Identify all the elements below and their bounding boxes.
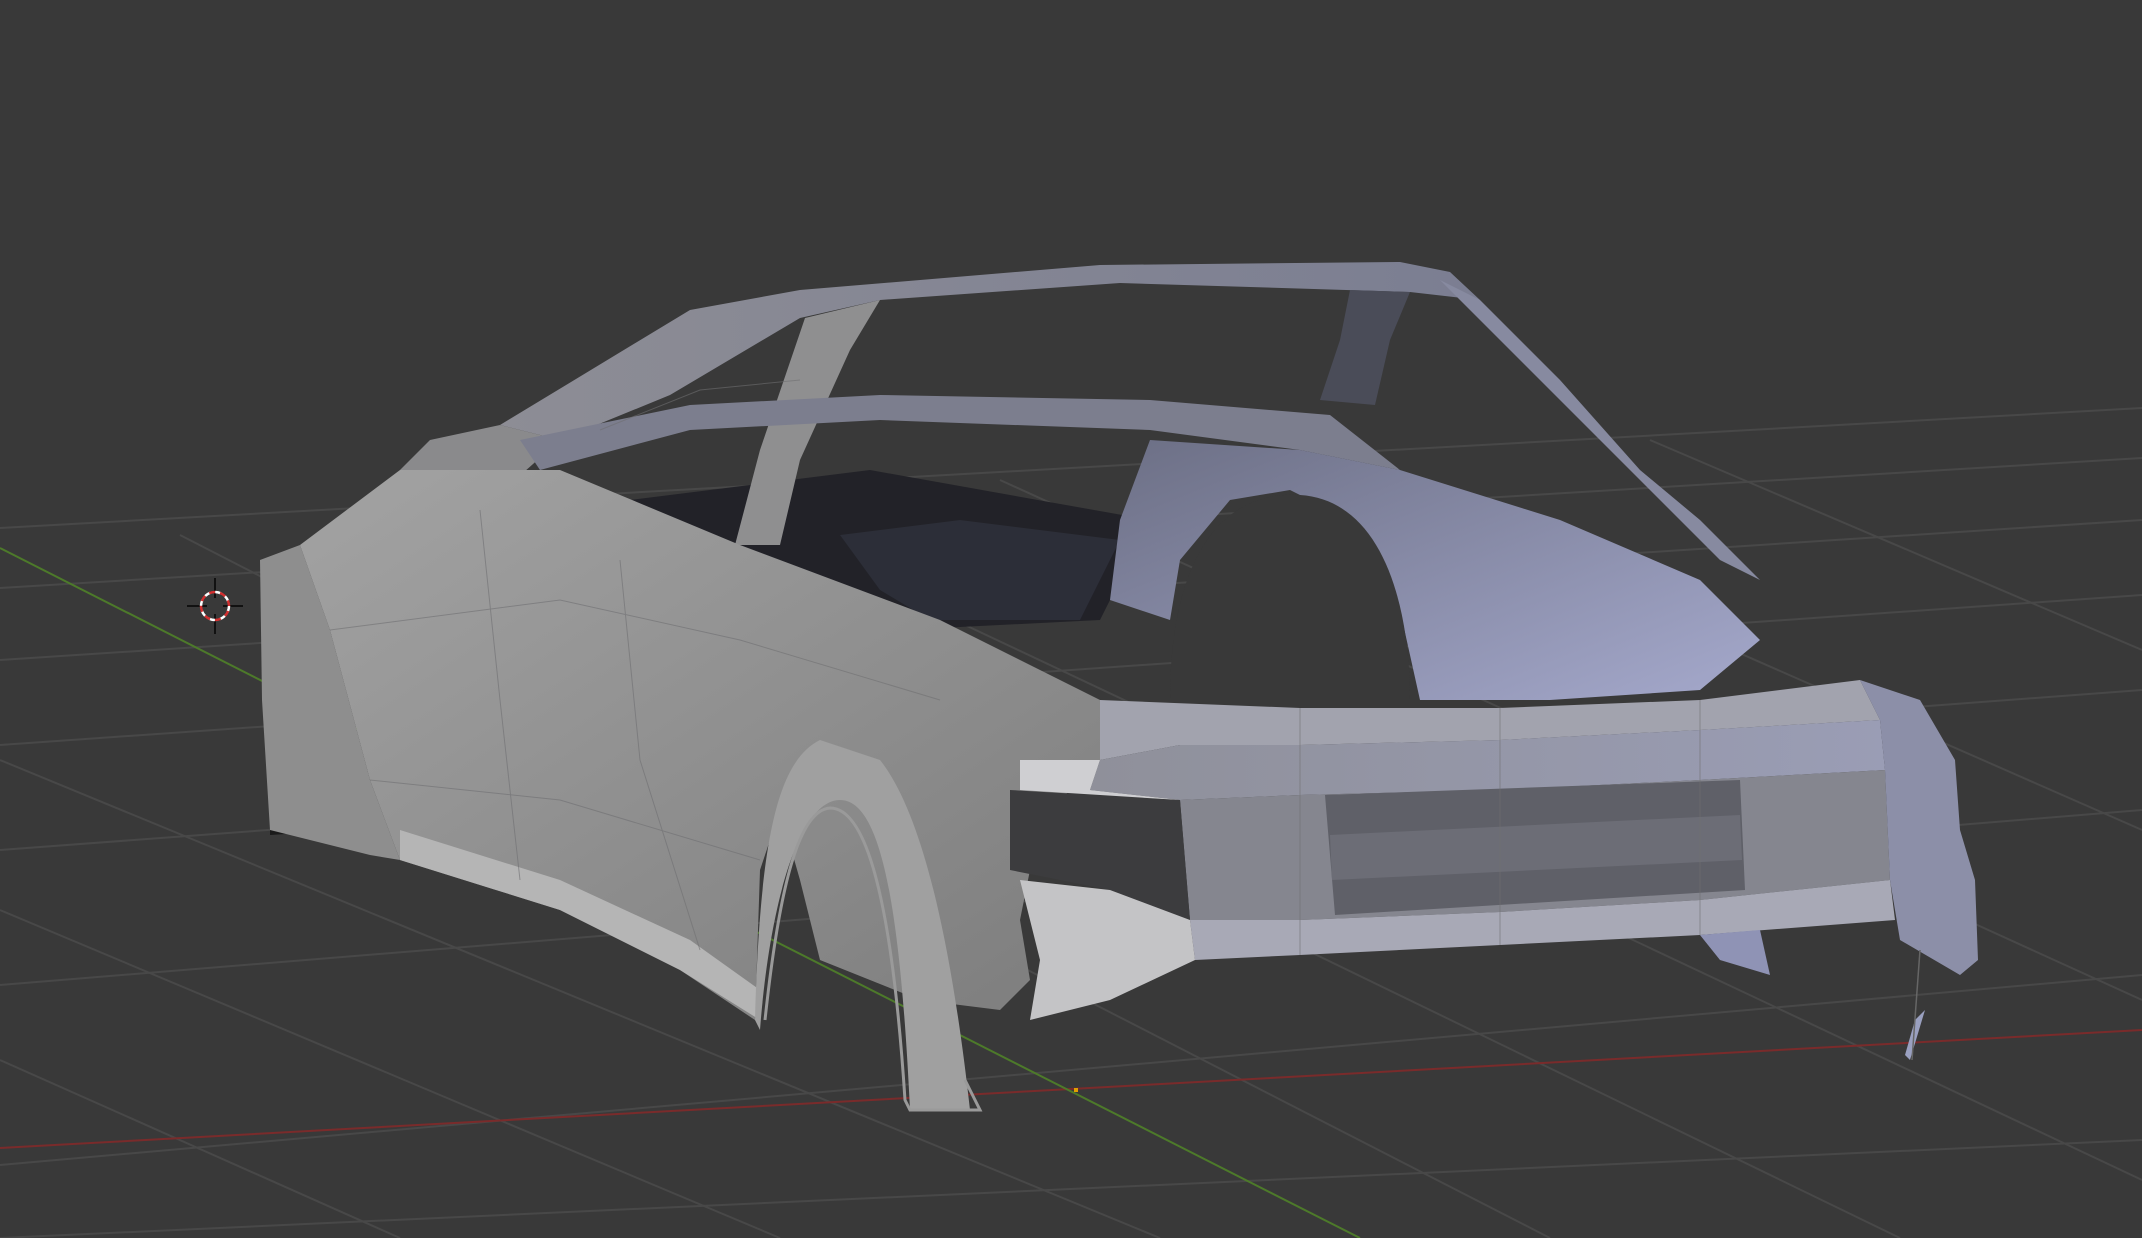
car-body-mesh[interactable]: [260, 262, 1978, 1112]
x-axis-line: [0, 1029, 2142, 1149]
3d-viewport[interactable]: [0, 0, 2142, 1238]
right-rear-flap: [1700, 930, 1770, 975]
world-origin-marker: [1074, 1088, 1078, 1092]
viewport-canvas[interactable]: [0, 0, 2142, 1238]
mesh-edge: [1911, 949, 1921, 1061]
3d-cursor-icon[interactable]: [187, 578, 243, 634]
c-pillar-right: [1320, 290, 1410, 405]
